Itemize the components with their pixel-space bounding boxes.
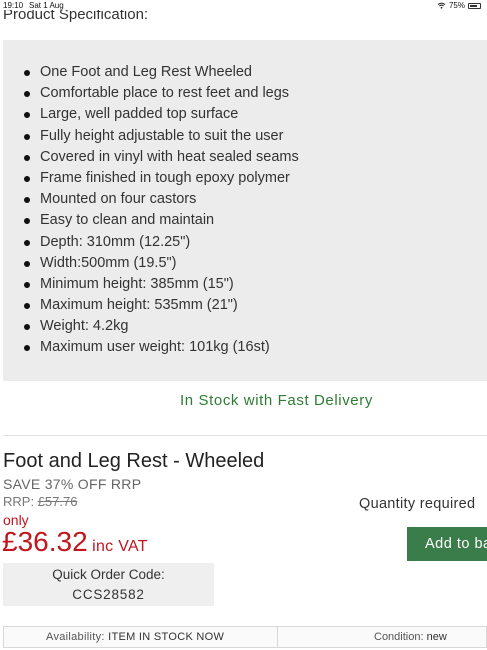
spec-list-item: Comfortable place to rest feet and legs (22, 83, 462, 104)
spec-list-item: Easy to clean and maintain (22, 210, 462, 231)
product-title: Foot and Leg Rest - Wheeled (3, 450, 265, 472)
stock-banner: In Stock with Fast Delivery (180, 392, 373, 409)
spec-list-item: Frame finished in tough epoxy polymer (22, 168, 462, 189)
quick-order-label: Quick Order Code: (52, 567, 165, 582)
info-separator (277, 627, 278, 647)
battery-icon (468, 2, 481, 9)
status-time: 19:10 (3, 1, 24, 10)
wifi-icon (437, 2, 446, 9)
condition: Condition: new (374, 631, 447, 643)
spec-list-item: Covered in vinyl with heat sealed seams (22, 147, 462, 168)
rrp-label: RRP: (3, 494, 35, 509)
price-vat: inc VAT (92, 538, 148, 555)
battery-percent: 75% (448, 1, 465, 10)
availability: Availability: ITEM IN STOCK NOW (46, 631, 224, 643)
rrp-price: RRP: £57.76 (3, 494, 77, 509)
divider (3, 435, 487, 436)
spec-list-item: Weight: 4.2kg (22, 316, 462, 337)
availability-value: ITEM IN STOCK NOW (108, 631, 225, 643)
condition-value: new (426, 631, 447, 643)
spec-list-item: Width:500mm (19.5") (22, 253, 462, 274)
save-badge: SAVE 37% OFF RRP (3, 476, 142, 492)
rrp-value: £57.76 (37, 494, 78, 509)
current-price: £36.32 inc VAT (2, 526, 148, 558)
quantity-label: Quantity required (359, 496, 476, 512)
status-bar: 19:10 Sat 1 Aug 75% (0, 0, 487, 10)
quick-order-value: CCS28582 (72, 587, 145, 602)
availability-label: Availability: (46, 631, 105, 643)
price-amount: £36.32 (2, 526, 88, 557)
status-right-group: 75% (437, 1, 481, 10)
spec-list-item: One Foot and Leg Rest Wheeled (22, 62, 462, 83)
quick-order-code: Quick Order Code: CCS28582 (3, 563, 214, 606)
spec-list-item: Fully height adjustable to suit the user (22, 126, 462, 147)
spec-list-item: Mounted on four castors (22, 189, 462, 210)
spec-list: One Foot and Leg Rest Wheeled Comfortable… (22, 62, 462, 359)
status-date: Sat 1 Aug (29, 1, 64, 10)
info-bar: Availability: ITEM IN STOCK NOW Conditio… (3, 626, 487, 648)
spec-list-item: Maximum height: 535mm (21") (22, 295, 462, 316)
add-to-basket-button[interactable]: Add to basket (407, 527, 487, 561)
condition-label: Condition: (374, 631, 424, 643)
spec-list-item: Depth: 310mm (12.25") (22, 232, 462, 253)
spec-list-item: Maximum user weight: 101kg (16st) (22, 337, 462, 358)
spec-list-item: Minimum height: 385mm (15") (22, 274, 462, 295)
spec-list-item: Large, well padded top surface (22, 104, 462, 125)
